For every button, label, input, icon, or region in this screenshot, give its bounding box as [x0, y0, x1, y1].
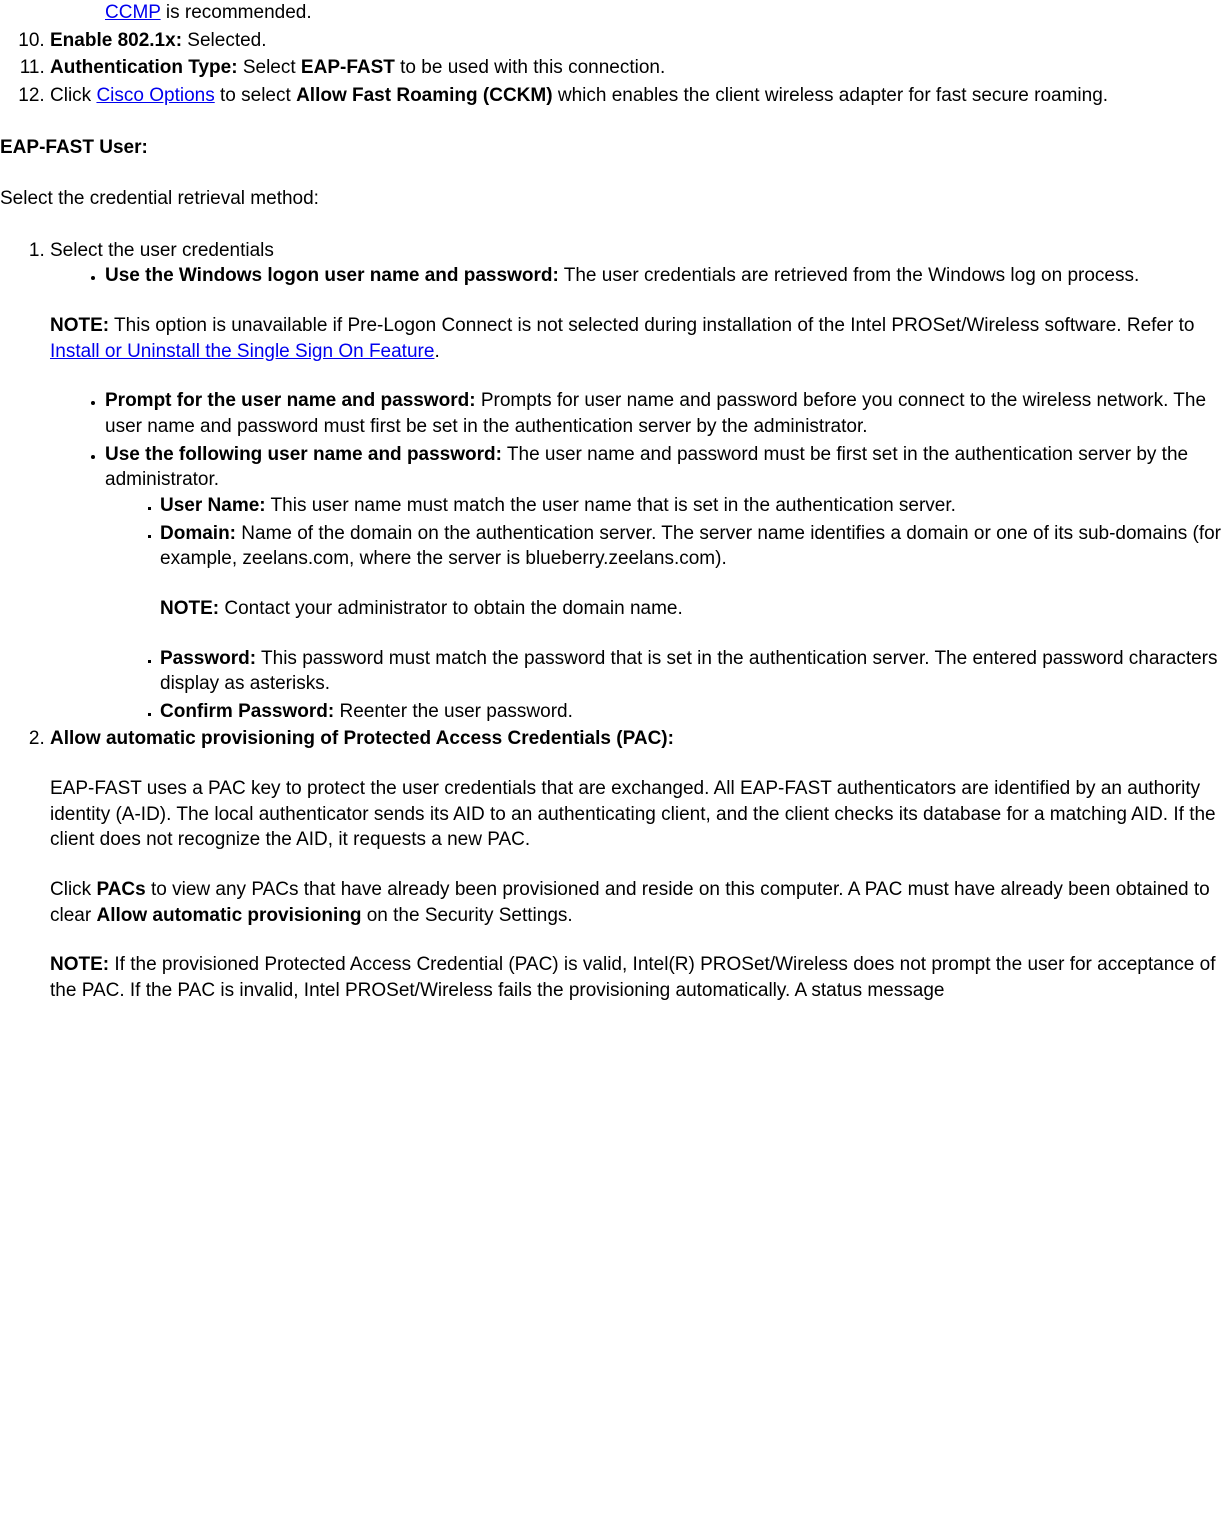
label: Password: — [160, 648, 256, 669]
text: The user credentials are retrieved from … — [559, 265, 1139, 286]
text: Select the user credentials — [50, 240, 274, 261]
field-confirm-password: Confirm Password: Reenter the user passw… — [160, 699, 1232, 725]
note-label: NOTE: — [50, 315, 109, 336]
option-prompt: Prompt for the user name and password: P… — [105, 388, 1232, 439]
label: User Name: — [160, 495, 266, 516]
text: If the provisioned Protected Access Cred… — [50, 954, 1215, 1001]
text: Reenter the user password. — [334, 701, 573, 722]
text: on the Security Settings. — [361, 905, 572, 926]
credential-options-2: Prompt for the user name and password: P… — [50, 388, 1232, 724]
field-password: Password: This password must match the p… — [160, 646, 1232, 697]
option-use-following: Use the following user name and password… — [105, 442, 1232, 725]
document-content: CCMP is recommended. Enable 802.1x: Sele… — [0, 0, 1232, 1004]
text: This option is unavailable if Pre-Logon … — [109, 315, 1194, 336]
intro-text: Select the credential retrieval method: — [0, 186, 1232, 212]
domain-note: NOTE: Contact your administrator to obta… — [160, 596, 1232, 622]
text: Name of the domain on the authentication… — [160, 523, 1221, 570]
field-list: User Name: This user name must match the… — [105, 493, 1232, 724]
label: Allow automatic provisioning of Protecte… — [50, 728, 674, 749]
pac-para-1: EAP-FAST uses a PAC key to protect the u… — [50, 776, 1232, 853]
text: Contact your administrator to obtain the… — [219, 598, 683, 619]
cisco-options-link[interactable]: Cisco Options — [96, 85, 214, 106]
label: Domain: — [160, 523, 236, 544]
note-label: NOTE: — [50, 954, 109, 975]
text: Selected. — [182, 30, 267, 51]
label: Use the Windows logon user name and pass… — [105, 265, 559, 286]
install-uninstall-link[interactable]: Install or Uninstall the Single Sign On … — [50, 341, 434, 362]
text: Click — [50, 85, 96, 106]
text: . — [434, 341, 439, 362]
field-domain: Domain: Name of the domain on the authen… — [160, 521, 1232, 622]
text: to be used with this connection. — [395, 57, 665, 78]
credential-list: Select the user credentials Use the Wind… — [0, 238, 1232, 1004]
section-heading: EAP-FAST User: — [0, 135, 1232, 161]
text: which enables the client wireless adapte… — [553, 85, 1109, 106]
list-item-1: Select the user credentials Use the Wind… — [50, 238, 1232, 725]
list-item-10: Enable 802.1x: Selected. — [50, 28, 1232, 54]
allow-auto-bold: Allow automatic provisioning — [96, 905, 361, 926]
option-name: Allow Fast Roaming (CCKM) — [296, 85, 553, 106]
top-ordered-list: CCMP is recommended. Enable 802.1x: Sele… — [0, 0, 1232, 109]
text: Select — [238, 57, 301, 78]
label: Enable 802.1x: — [50, 30, 182, 51]
note-label: NOTE: — [160, 598, 219, 619]
pacs-bold: PACs — [96, 879, 145, 900]
label: Confirm Password: — [160, 701, 334, 722]
pac-para-2: Click PACs to view any PACs that have al… — [50, 877, 1232, 928]
text: is recommended. — [161, 2, 312, 23]
label: Use the following user name and password… — [105, 444, 502, 465]
list-item-9-continuation: CCMP is recommended. — [105, 0, 1232, 26]
label: Prompt for the user name and password: — [105, 390, 476, 411]
value: EAP-FAST — [301, 57, 395, 78]
list-item-2: Allow automatic provisioning of Protecte… — [50, 726, 1232, 1003]
text: to select — [215, 85, 296, 106]
credential-options: Use the Windows logon user name and pass… — [50, 263, 1232, 289]
label: Authentication Type: — [50, 57, 238, 78]
pac-note: NOTE: If the provisioned Protected Acces… — [50, 952, 1232, 1003]
note-block: NOTE: This option is unavailable if Pre-… — [50, 313, 1232, 364]
field-username: User Name: This user name must match the… — [160, 493, 1232, 519]
ccmp-link[interactable]: CCMP — [105, 2, 161, 23]
text: Click — [50, 879, 96, 900]
text: This user name must match the user name … — [266, 495, 956, 516]
text: This password must match the password th… — [160, 648, 1218, 695]
list-item-12: Click Cisco Options to select Allow Fast… — [50, 83, 1232, 109]
option-windows-logon: Use the Windows logon user name and pass… — [105, 263, 1232, 289]
list-item-11: Authentication Type: Select EAP-FAST to … — [50, 55, 1232, 81]
